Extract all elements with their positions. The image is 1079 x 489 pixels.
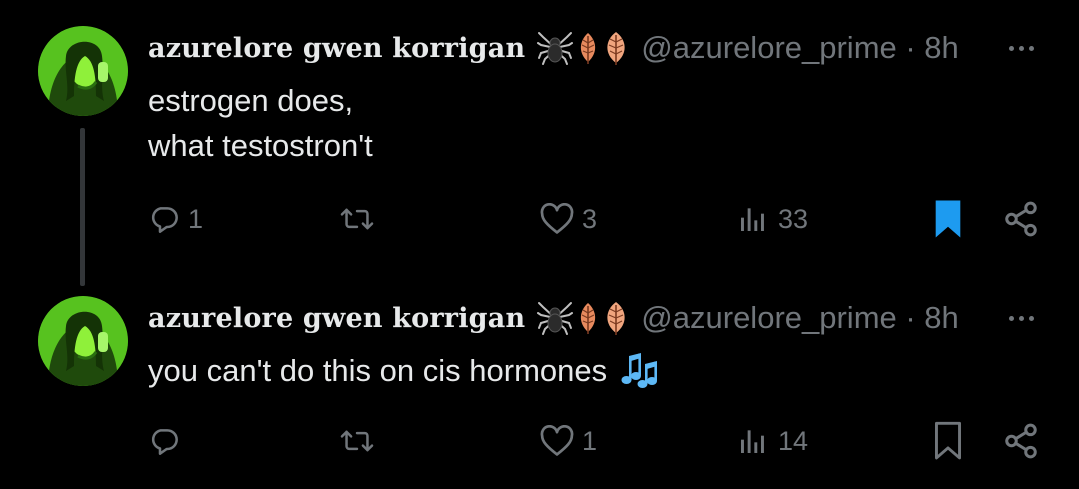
tweet-text-line: what testostron't: [148, 128, 373, 163]
share-button[interactable]: [1002, 195, 1040, 243]
reply-icon: [148, 203, 180, 235]
handle-and-time[interactable]: @azurelore_prime · 8h: [641, 300, 959, 336]
view-count: 33: [778, 203, 809, 234]
like-button[interactable]: 3: [540, 195, 597, 243]
more-options-icon[interactable]: [1001, 300, 1041, 336]
tweet[interactable]: azurelore gwen korrigan @azurelore_prime…: [0, 270, 1079, 489]
action-bar: 1 3 33: [0, 195, 1079, 243]
reply-button[interactable]: 1: [148, 195, 203, 243]
spider-icon: [537, 301, 574, 335]
reply-button[interactable]: [148, 417, 188, 465]
share-button[interactable]: [1002, 417, 1040, 465]
display-name[interactable]: azurelore gwen korrigan: [148, 33, 525, 64]
heart-icon: [540, 425, 574, 457]
leaf-icon: [603, 30, 629, 66]
reply-icon: [148, 425, 180, 457]
tweet-text: you can't do this on cis hormones: [148, 348, 661, 393]
bookmark-filled-icon: [932, 199, 964, 239]
leaf-icon: [577, 301, 599, 335]
reply-count: 1: [188, 203, 204, 234]
repost-icon: [340, 425, 374, 457]
leaf-icon: [603, 300, 629, 336]
name-emojis: [537, 300, 629, 336]
avatar[interactable]: [38, 26, 128, 116]
repost-icon: [340, 203, 374, 235]
tweet-header: azurelore gwen korrigan @azurelore_prime…: [148, 296, 959, 340]
bookmark-button[interactable]: [932, 195, 964, 243]
bookmark-icon: [932, 421, 964, 461]
views-icon: [736, 425, 770, 457]
more-options-icon[interactable]: [1001, 30, 1041, 66]
tweet-text-line: estrogen does,: [148, 83, 354, 118]
avatar[interactable]: [38, 296, 128, 386]
share-icon: [1002, 200, 1040, 238]
repost-button[interactable]: [340, 417, 382, 465]
repost-button[interactable]: [340, 195, 382, 243]
leaf-icon: [577, 31, 599, 65]
action-bar: 1 14: [0, 417, 1079, 465]
tweet-text: estrogen does, what testostron't: [148, 78, 373, 168]
tweet-header: azurelore gwen korrigan @azurelore_prime…: [148, 26, 959, 70]
name-emojis: [537, 30, 629, 66]
views-icon: [736, 203, 770, 235]
music-notes-icon: [619, 352, 661, 390]
bookmark-button[interactable]: [932, 417, 964, 465]
like-button[interactable]: 1: [540, 417, 597, 465]
view-count: 14: [778, 425, 809, 456]
views-button[interactable]: 14: [736, 417, 808, 465]
tweet-text-line: you can't do this on cis hormones: [148, 353, 608, 388]
display-name[interactable]: azurelore gwen korrigan: [148, 303, 525, 334]
heart-icon: [540, 203, 574, 235]
spider-icon: [537, 31, 574, 65]
like-count: 1: [582, 425, 598, 456]
like-count: 3: [582, 203, 598, 234]
handle-and-time[interactable]: @azurelore_prime · 8h: [641, 30, 959, 66]
tweet[interactable]: azurelore gwen korrigan @azurelore_prime…: [0, 0, 1079, 286]
views-button[interactable]: 33: [736, 195, 808, 243]
share-icon: [1002, 422, 1040, 460]
